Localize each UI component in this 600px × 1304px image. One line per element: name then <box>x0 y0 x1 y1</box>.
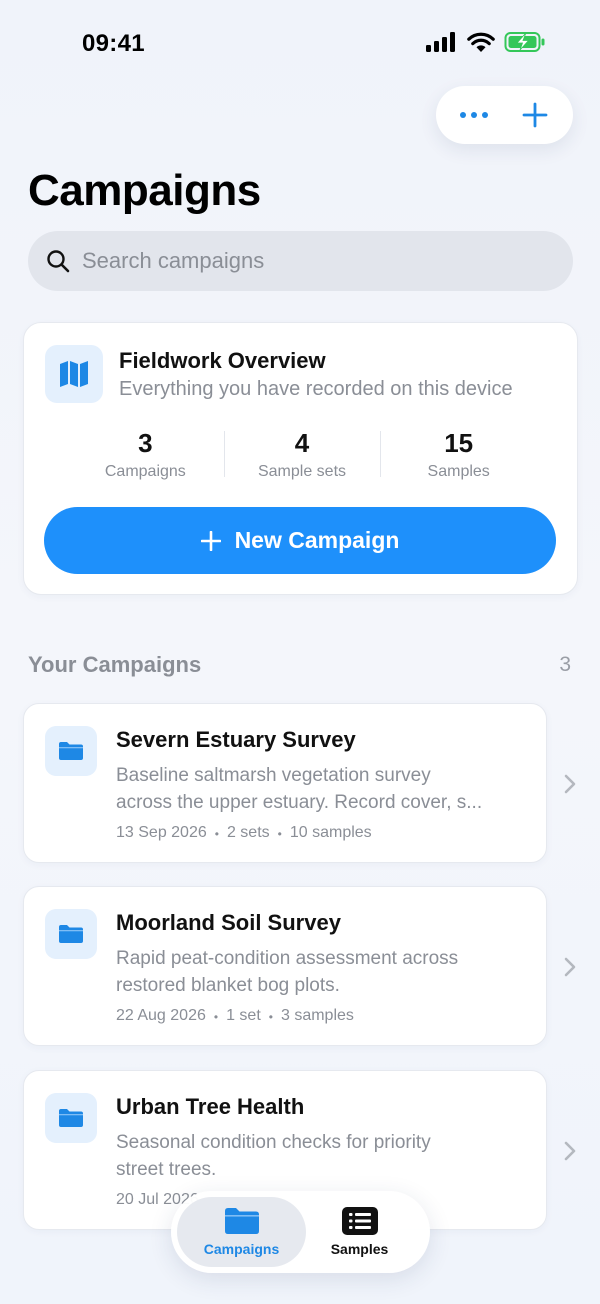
battery-charging-icon <box>504 32 545 52</box>
overview-subtitle: Everything you have recorded on this dev… <box>119 378 513 400</box>
stat-label: Campaigns <box>104 463 186 480</box>
chevron-right-icon[interactable] <box>560 1139 580 1163</box>
top-actions <box>436 86 573 144</box>
stat-label: Samples <box>427 463 490 480</box>
stat-sample-sets: 4 Sample sets <box>223 428 381 481</box>
campaign-icon-tile <box>45 1093 97 1143</box>
tab-bar: Campaigns Samples <box>171 1191 430 1273</box>
section-title: Your Campaigns <box>28 652 202 677</box>
status-bar: 09:41 <box>0 0 600 90</box>
cellular-signal-icon <box>426 32 455 52</box>
stat-value: 15 <box>444 428 474 458</box>
more-options-button[interactable] <box>450 91 498 139</box>
campaign-icon-tile <box>45 726 97 776</box>
status-icons <box>426 31 546 53</box>
campaign-title: Severn Estuary Survey <box>116 727 356 752</box>
campaign-icon-tile <box>45 909 97 959</box>
description-line: Rapid peat-condition assessment across <box>116 948 459 969</box>
map-icon <box>60 361 88 387</box>
campaign-description: Seasonal condition checks for priority s… <box>116 1129 526 1183</box>
description-line: restored blanket bog plots. <box>116 975 340 996</box>
plus-icon <box>200 530 221 551</box>
campaign-card[interactable]: Severn Estuary Survey Baseline saltmarsh… <box>23 703 547 863</box>
campaign-title: Moorland Soil Survey <box>116 910 341 935</box>
tab-label: Samples <box>330 1241 389 1257</box>
tab-campaigns[interactable]: Campaigns <box>177 1197 306 1267</box>
campaign-sets: 1 set <box>226 1007 261 1024</box>
overview-icon-tile <box>45 345 103 403</box>
stat-label: Sample sets <box>257 463 347 480</box>
campaign-description: Rapid peat-condition assessment across r… <box>116 945 526 999</box>
plus-icon <box>522 102 548 128</box>
campaign-samples: 10 samples <box>289 824 372 841</box>
new-campaign-label: New Campaign <box>234 527 400 553</box>
separator-dot: • <box>213 1010 219 1024</box>
new-campaign-button[interactable]: New Campaign <box>44 507 556 574</box>
add-button[interactable] <box>511 91 559 139</box>
fieldwork-overview-card: Fieldwork Overview Everything you have r… <box>23 322 578 595</box>
description-line: Baseline saltmarsh vegetation survey <box>116 765 431 786</box>
status-time: 09:41 <box>82 30 145 57</box>
campaign-date: 13 Sep 2026 <box>116 824 207 841</box>
overview-stats: 3 Campaigns 4 Sample sets 15 Samples <box>67 429 537 481</box>
folder-icon <box>59 925 83 943</box>
tab-samples[interactable]: Samples <box>295 1197 424 1267</box>
chevron-right-icon[interactable] <box>560 955 580 979</box>
section-count: 3 <box>559 653 571 676</box>
description-line: across the upper estuary. Record cover, … <box>116 792 483 813</box>
campaign-sets: 2 sets <box>226 824 270 841</box>
folder-icon <box>59 742 83 760</box>
description-line: street trees. <box>116 1159 217 1180</box>
description-line: Seasonal condition checks for priority <box>116 1132 431 1153</box>
stat-value: 4 <box>294 428 310 458</box>
separator-dot: • <box>277 827 282 841</box>
separator-dot: • <box>214 827 219 841</box>
list-icon <box>341 1207 378 1235</box>
stat-samples: 15 Samples <box>380 429 537 481</box>
chevron-right-icon[interactable] <box>560 772 580 796</box>
section-header: Your Campaigns 3 <box>28 652 573 678</box>
campaign-date: 22 Aug 2026 <box>116 1007 206 1024</box>
overview-title: Fieldwork Overview <box>119 348 326 373</box>
folder-icon <box>224 1208 259 1234</box>
campaign-card[interactable]: Moorland Soil Survey Rapid peat-conditio… <box>23 886 547 1046</box>
search-icon <box>47 250 70 273</box>
folder-icon <box>59 1109 83 1127</box>
campaign-samples: 3 samples <box>280 1007 354 1024</box>
stat-campaigns: 3 Campaigns <box>67 429 224 481</box>
campaign-title: Urban Tree Health <box>116 1094 305 1119</box>
wifi-icon <box>467 32 495 52</box>
campaign-description: Baseline saltmarsh vegetation survey acr… <box>116 762 526 816</box>
tab-label: Campaigns <box>203 1241 280 1257</box>
ellipsis-icon <box>460 112 489 118</box>
search-input[interactable] <box>82 248 522 274</box>
campaign-meta: 22 Aug 2026 • 1 set • 3 samples <box>116 1007 354 1027</box>
search-bar[interactable] <box>28 231 573 291</box>
separator-dot: • <box>268 1010 273 1024</box>
campaign-meta: 13 Sep 2026 • 2 sets • 10 samples <box>116 824 372 844</box>
stat-value: 3 <box>138 428 153 458</box>
page-title: Campaigns <box>28 166 261 215</box>
